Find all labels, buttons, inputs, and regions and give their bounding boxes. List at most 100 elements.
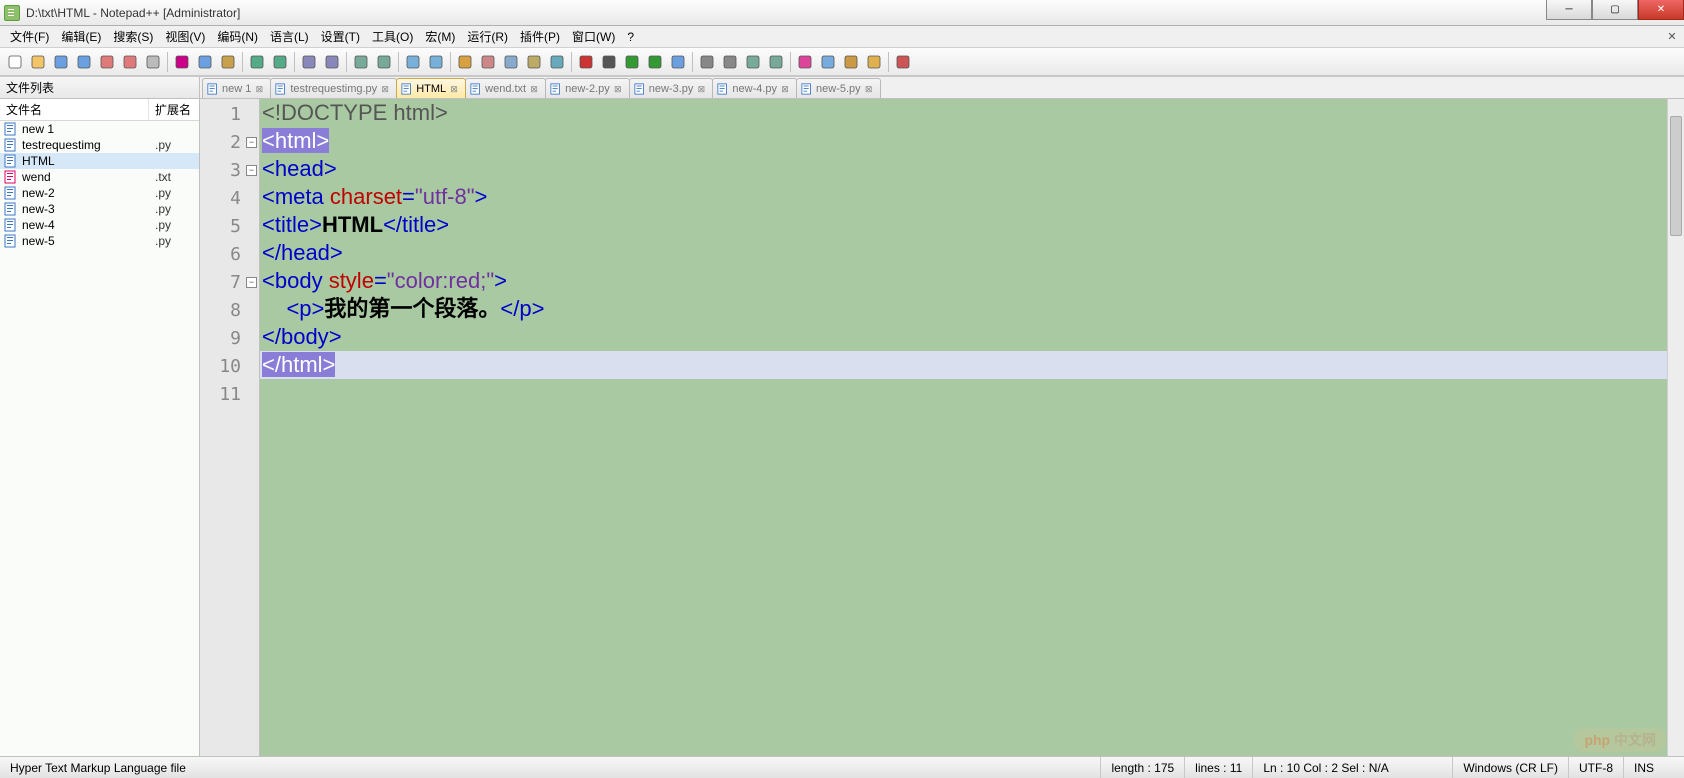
comment-button[interactable] [742, 51, 764, 73]
lang-button[interactable] [523, 51, 545, 73]
play-button[interactable] [621, 51, 643, 73]
sync-h-button[interactable] [425, 51, 447, 73]
tab-close-icon[interactable]: ⊠ [696, 84, 706, 94]
menu-item-6[interactable]: 设置(T) [315, 26, 366, 47]
line-number[interactable]: 6 [200, 241, 259, 269]
sync-v-button[interactable] [402, 51, 424, 73]
line-number[interactable]: 8 [200, 297, 259, 325]
status-insert-mode[interactable]: INS [1624, 757, 1684, 778]
document-tab[interactable]: new-3.py ⊠ [629, 78, 714, 98]
code-line[interactable]: <p>我的第一个段落。</p> [260, 295, 1684, 323]
window-minimize-button[interactable]: ─ [1546, 0, 1592, 20]
cut-button[interactable] [171, 51, 193, 73]
print-button[interactable] [142, 51, 164, 73]
file-list-item[interactable]: HTML [0, 153, 199, 169]
folder-button[interactable] [863, 51, 885, 73]
file-list-item[interactable]: new-2 .py [0, 185, 199, 201]
line-number[interactable]: 1 [200, 101, 259, 129]
spellcheck-button[interactable] [892, 51, 914, 73]
code-line[interactable]: </head> [260, 239, 1684, 267]
vertical-scrollbar[interactable] [1667, 99, 1684, 756]
document-tab[interactable]: wend.txt ⊠ [465, 78, 546, 98]
file-list-item[interactable]: new-3 .py [0, 201, 199, 217]
line-number[interactable]: 11 [200, 381, 259, 409]
code-line[interactable]: <title>HTML</title> [260, 211, 1684, 239]
header-ext[interactable]: 扩展名 [149, 99, 199, 120]
wrap-button[interactable] [454, 51, 476, 73]
menu-item-9[interactable]: 运行(R) [461, 26, 514, 47]
copy-button[interactable] [194, 51, 216, 73]
document-tab[interactable]: new 1 ⊠ [202, 78, 271, 98]
menu-item-5[interactable]: 语言(L) [264, 26, 315, 47]
menu-item-3[interactable]: 视图(V) [159, 26, 211, 47]
line-number[interactable]: 3− [200, 157, 259, 185]
tab-close-icon[interactable]: ⊠ [864, 84, 874, 94]
show-all-button[interactable] [477, 51, 499, 73]
stop-button[interactable] [598, 51, 620, 73]
mdi-close-icon[interactable]: ✕ [1664, 28, 1680, 44]
find-button[interactable] [298, 51, 320, 73]
document-tab[interactable]: new-2.py ⊠ [545, 78, 630, 98]
close-all-button[interactable] [119, 51, 141, 73]
status-eol[interactable]: Windows (CR LF) [1453, 757, 1569, 778]
fold-toggle-icon[interactable]: − [246, 137, 257, 148]
zoom-in-button[interactable] [350, 51, 372, 73]
tab-close-icon[interactable]: ⊠ [613, 84, 623, 94]
code-line[interactable] [260, 379, 1684, 407]
open-file-button[interactable] [27, 51, 49, 73]
line-number-gutter[interactable]: 12−3−4567−891011 [200, 99, 260, 756]
header-filename[interactable]: 文件名 [0, 99, 149, 120]
tab-close-icon[interactable]: ⊠ [254, 84, 264, 94]
code-line[interactable]: </html> [260, 351, 1684, 379]
uncomment-button[interactable] [765, 51, 787, 73]
scrollbar-thumb[interactable] [1670, 116, 1682, 236]
menu-item-4[interactable]: 编码(N) [211, 26, 264, 47]
replace-button[interactable] [321, 51, 343, 73]
line-number[interactable]: 4 [200, 185, 259, 213]
fold-toggle-icon[interactable]: − [246, 277, 257, 288]
menu-item-12[interactable]: ? [621, 28, 640, 46]
file-list-item[interactable]: wend .txt [0, 169, 199, 185]
tab-close-icon[interactable]: ⊠ [380, 84, 390, 94]
file-list-item[interactable]: testrequestimg .py [0, 137, 199, 153]
code-line[interactable]: </body> [260, 323, 1684, 351]
editor-area[interactable]: 12−3−4567−891011 <!DOCTYPE html><html><h… [200, 99, 1684, 756]
save-button[interactable] [50, 51, 72, 73]
code-line[interactable]: <html> [260, 127, 1684, 155]
func-list-button[interactable] [840, 51, 862, 73]
save-all-button[interactable] [73, 51, 95, 73]
menu-item-10[interactable]: 插件(P) [514, 26, 566, 47]
record-button[interactable] [575, 51, 597, 73]
menu-item-1[interactable]: 编辑(E) [55, 26, 107, 47]
code-area[interactable]: <!DOCTYPE html><html><head><meta charset… [260, 99, 1684, 756]
play-multi-button[interactable] [644, 51, 666, 73]
zoom-out-button[interactable] [373, 51, 395, 73]
line-number[interactable]: 9 [200, 325, 259, 353]
document-tab[interactable]: HTML ⊠ [396, 78, 466, 98]
code-line[interactable]: <body style="color:red;"> [260, 267, 1684, 295]
monitor-button[interactable] [546, 51, 568, 73]
menu-item-0[interactable]: 文件(F) [4, 26, 55, 47]
paste-button[interactable] [217, 51, 239, 73]
tab-close-icon[interactable]: ⊠ [449, 84, 459, 94]
file-list-item[interactable]: new-5 .py [0, 233, 199, 249]
document-tab[interactable]: new-4.py ⊠ [712, 78, 797, 98]
doc-list-button[interactable] [794, 51, 816, 73]
code-line[interactable]: <meta charset="utf-8"> [260, 183, 1684, 211]
file-list-item[interactable]: new 1 [0, 121, 199, 137]
undo-button[interactable] [246, 51, 268, 73]
line-number[interactable]: 5 [200, 213, 259, 241]
menu-item-8[interactable]: 宏(M) [419, 26, 461, 47]
indent-button[interactable] [719, 51, 741, 73]
doc-map-button[interactable] [817, 51, 839, 73]
new-file-button[interactable] [4, 51, 26, 73]
line-number[interactable]: 10 [200, 353, 259, 381]
menu-item-11[interactable]: 窗口(W) [566, 26, 621, 47]
window-maximize-button[interactable]: ▢ [1592, 0, 1638, 20]
window-close-button[interactable]: ✕ [1638, 0, 1684, 20]
indent-guide-button[interactable] [500, 51, 522, 73]
tab-close-icon[interactable]: ⊠ [780, 84, 790, 94]
document-tab[interactable]: new-5.py ⊠ [796, 78, 881, 98]
menu-item-7[interactable]: 工具(O) [366, 26, 419, 47]
document-tab[interactable]: testrequestimg.py ⊠ [270, 78, 397, 98]
